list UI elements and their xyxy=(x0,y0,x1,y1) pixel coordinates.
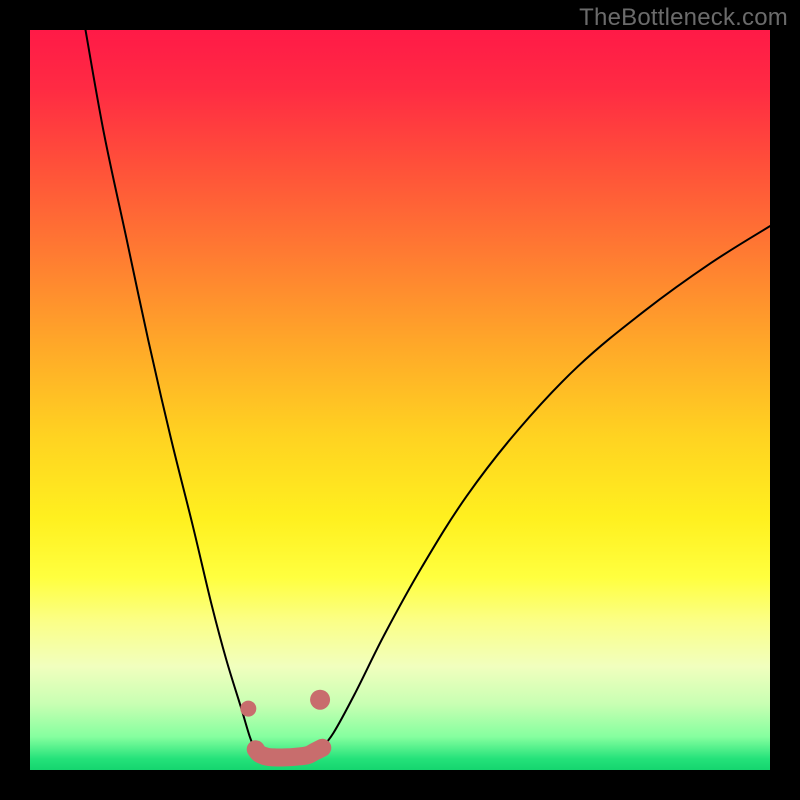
watermark-text: TheBottleneck.com xyxy=(579,4,788,32)
plot-area xyxy=(30,30,770,770)
series-trough-marker xyxy=(256,748,323,758)
chart-frame: TheBottleneck.com xyxy=(0,0,800,800)
gradient-background xyxy=(30,30,770,770)
marker-dot-left xyxy=(240,701,256,717)
marker-dot-right xyxy=(310,690,330,710)
chart-svg xyxy=(30,30,770,770)
